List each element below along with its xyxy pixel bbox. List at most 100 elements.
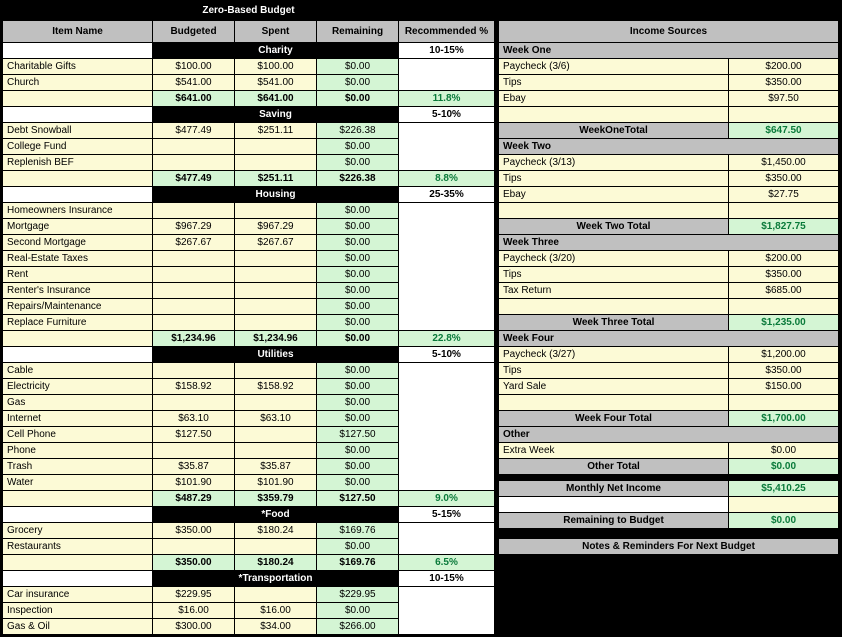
item-spent[interactable]	[235, 282, 317, 298]
item-spent[interactable]: $35.87	[235, 458, 317, 474]
item-budgeted[interactable]	[153, 538, 235, 554]
income-value[interactable]: $350.00	[729, 266, 839, 282]
item-spent[interactable]: $180.24	[235, 522, 317, 538]
item-spent[interactable]: $34.00	[235, 618, 317, 634]
income-item[interactable]	[499, 202, 729, 218]
item-budgeted[interactable]	[153, 266, 235, 282]
item-spent[interactable]	[235, 314, 317, 330]
item-spent[interactable]: $158.92	[235, 378, 317, 394]
income-value[interactable]	[729, 298, 839, 314]
income-value[interactable]: $350.00	[729, 362, 839, 378]
item-budgeted[interactable]	[153, 314, 235, 330]
income-value[interactable]: $200.00	[729, 250, 839, 266]
item-spent[interactable]: $63.10	[235, 410, 317, 426]
income-item[interactable]: Tax Return	[499, 282, 729, 298]
income-value[interactable]: $685.00	[729, 282, 839, 298]
item-name[interactable]: Internet	[3, 410, 153, 426]
income-item[interactable]: Tips	[499, 74, 729, 90]
item-name[interactable]: Renter's Insurance	[3, 282, 153, 298]
item-name[interactable]: Restaurants	[3, 538, 153, 554]
income-value[interactable]	[729, 106, 839, 122]
item-budgeted[interactable]: $35.87	[153, 458, 235, 474]
item-budgeted[interactable]: $967.29	[153, 218, 235, 234]
item-budgeted[interactable]: $350.00	[153, 522, 235, 538]
item-budgeted[interactable]	[153, 298, 235, 314]
item-budgeted[interactable]: $16.00	[153, 602, 235, 618]
item-spent[interactable]	[235, 442, 317, 458]
income-item[interactable]: Paycheck (3/6)	[499, 58, 729, 74]
item-name[interactable]: Gas	[3, 394, 153, 410]
income-value[interactable]: $1,450.00	[729, 154, 839, 170]
income-item[interactable]: Paycheck (3/13)	[499, 154, 729, 170]
item-budgeted[interactable]: $477.49	[153, 122, 235, 138]
item-spent[interactable]	[235, 362, 317, 378]
item-name[interactable]: Phone	[3, 442, 153, 458]
item-spent[interactable]	[235, 394, 317, 410]
item-budgeted[interactable]	[153, 282, 235, 298]
item-name[interactable]: Car insurance	[3, 586, 153, 602]
item-budgeted[interactable]: $101.90	[153, 474, 235, 490]
item-budgeted[interactable]	[153, 154, 235, 170]
item-spent[interactable]: $251.11	[235, 122, 317, 138]
income-value[interactable]: $27.75	[729, 186, 839, 202]
item-spent[interactable]: $101.90	[235, 474, 317, 490]
item-name[interactable]: Inspection	[3, 602, 153, 618]
item-budgeted[interactable]: $63.10	[153, 410, 235, 426]
item-spent[interactable]	[235, 298, 317, 314]
item-spent[interactable]	[235, 154, 317, 170]
item-name[interactable]: Gas & Oil	[3, 618, 153, 634]
item-spent[interactable]	[235, 202, 317, 218]
item-budgeted[interactable]	[153, 202, 235, 218]
income-item[interactable]: Ebay	[499, 90, 729, 106]
income-item[interactable]: Paycheck (3/20)	[499, 250, 729, 266]
item-name[interactable]: Second Mortgage	[3, 234, 153, 250]
income-value[interactable]: $350.00	[729, 74, 839, 90]
item-budgeted[interactable]	[153, 394, 235, 410]
item-name[interactable]: Replenish BEF	[3, 154, 153, 170]
income-value[interactable]: $1,200.00	[729, 346, 839, 362]
income-item[interactable]: Ebay	[499, 186, 729, 202]
item-spent[interactable]	[235, 426, 317, 442]
income-value[interactable]: $0.00	[729, 442, 839, 458]
income-value[interactable]: $350.00	[729, 170, 839, 186]
item-budgeted[interactable]	[153, 442, 235, 458]
item-budgeted[interactable]: $300.00	[153, 618, 235, 634]
income-item[interactable]: Extra Week	[499, 442, 729, 458]
income-value[interactable]	[729, 394, 839, 410]
item-budgeted[interactable]	[153, 138, 235, 154]
item-name[interactable]: Cable	[3, 362, 153, 378]
item-spent[interactable]: $967.29	[235, 218, 317, 234]
item-spent[interactable]	[235, 586, 317, 602]
item-name[interactable]: Debt Snowball	[3, 122, 153, 138]
item-name[interactable]: Charitable Gifts	[3, 58, 153, 74]
item-budgeted[interactable]: $158.92	[153, 378, 235, 394]
income-value[interactable]: $200.00	[729, 58, 839, 74]
item-name[interactable]: Rent	[3, 266, 153, 282]
item-name[interactable]: Real-Estate Taxes	[3, 250, 153, 266]
income-item[interactable]	[499, 298, 729, 314]
income-value[interactable]: $150.00	[729, 378, 839, 394]
item-name[interactable]: Water	[3, 474, 153, 490]
item-budgeted[interactable]: $229.95	[153, 586, 235, 602]
income-item[interactable]: Tips	[499, 362, 729, 378]
income-item[interactable]	[499, 106, 729, 122]
item-budgeted[interactable]: $541.00	[153, 74, 235, 90]
item-budgeted[interactable]: $267.67	[153, 234, 235, 250]
item-budgeted[interactable]	[153, 250, 235, 266]
item-name[interactable]: College Fund	[3, 138, 153, 154]
item-name[interactable]: Repairs/Maintenance	[3, 298, 153, 314]
income-item[interactable]: Tips	[499, 170, 729, 186]
item-budgeted[interactable]: $100.00	[153, 58, 235, 74]
item-name[interactable]: Grocery	[3, 522, 153, 538]
item-name[interactable]: Electricity	[3, 378, 153, 394]
income-value[interactable]	[729, 202, 839, 218]
income-item[interactable]: Yard Sale	[499, 378, 729, 394]
item-budgeted[interactable]: $127.50	[153, 426, 235, 442]
item-spent[interactable]	[235, 250, 317, 266]
income-item[interactable]: Paycheck (3/27)	[499, 346, 729, 362]
item-spent[interactable]	[235, 538, 317, 554]
item-name[interactable]: Church	[3, 74, 153, 90]
item-name[interactable]: Cell Phone	[3, 426, 153, 442]
income-item[interactable]	[499, 394, 729, 410]
item-spent[interactable]	[235, 266, 317, 282]
